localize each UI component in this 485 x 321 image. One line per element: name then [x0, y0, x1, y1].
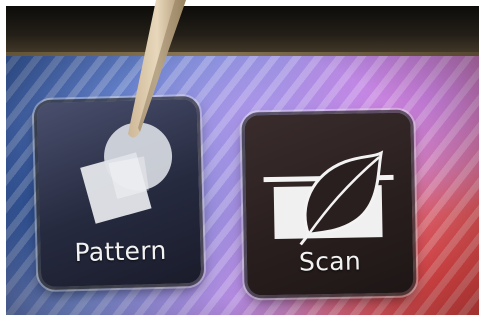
pattern-app-tile[interactable]: Pattern [36, 98, 202, 288]
device-bezel [6, 6, 479, 58]
scan-app-label: Scan [298, 246, 362, 277]
home-screen: Pattern Scan [6, 56, 479, 315]
pattern-app-label: Pattern [74, 235, 167, 268]
scan-app-tile[interactable]: Scan [244, 112, 414, 296]
photo: Pattern Scan [6, 6, 479, 315]
